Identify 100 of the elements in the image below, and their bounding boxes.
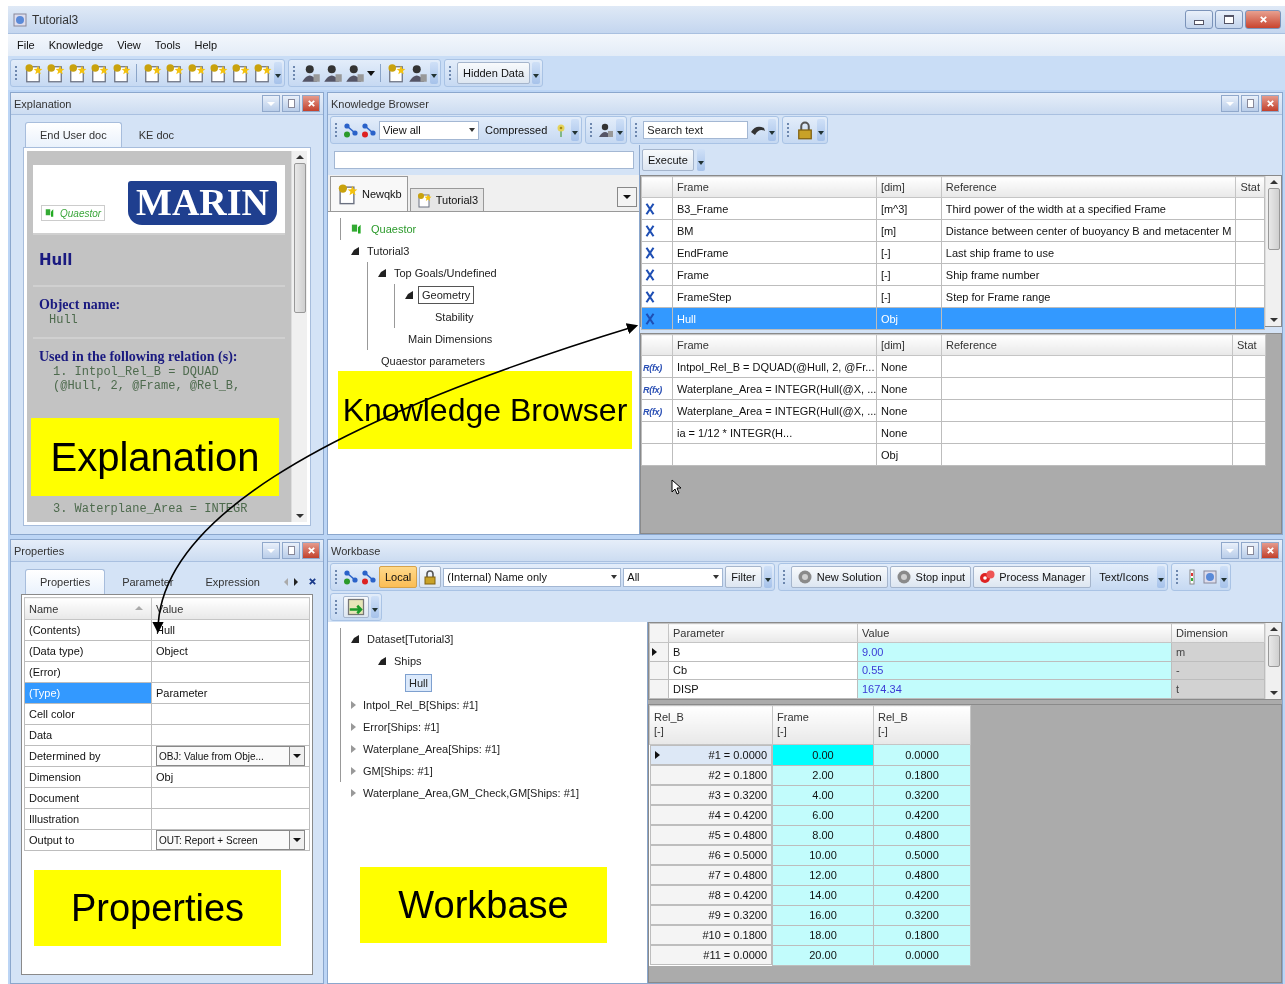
row-header[interactable]: #4 = 0.4200: [649, 805, 772, 825]
dropdown-button[interactable]: [617, 187, 637, 207]
close-button[interactable]: [1245, 10, 1281, 29]
table-row[interactable]: EndFrame [-] Last ship frame to use: [641, 241, 1265, 264]
pin-button[interactable]: [1241, 542, 1259, 559]
menu-item[interactable]: View: [110, 37, 148, 53]
row-header[interactable]: #5 = 0.4800: [649, 825, 772, 845]
column-header[interactable]: Stat: [1235, 176, 1265, 198]
table-row[interactable]: BM [m] Distance between center of buoyancy B and metacenter M: [641, 219, 1265, 242]
table-cell[interactable]: 0.00: [772, 744, 874, 765]
network-icon[interactable]: [361, 122, 377, 138]
tree-item[interactable]: Dataset[Tutorial3]: [364, 631, 457, 647]
pin-button[interactable]: [282, 95, 300, 112]
scroll-down-icon[interactable]: [1269, 691, 1278, 695]
column-header[interactable]: Name: [24, 597, 152, 620]
document-icon[interactable]: [252, 63, 272, 83]
table-cell[interactable]: 10.00: [772, 845, 874, 865]
person-icon[interactable]: [301, 63, 321, 83]
column-header[interactable]: Frame: [672, 334, 877, 356]
overflow-chevron-icon[interactable]: [571, 119, 580, 141]
tree-item[interactable]: Quaestor: [368, 221, 420, 237]
text-icons-button[interactable]: Text/Icons: [1093, 566, 1155, 588]
row-header[interactable]: #6 = 0.5000: [649, 845, 772, 865]
tree-item[interactable]: Stability: [432, 309, 477, 325]
close-button[interactable]: [302, 95, 320, 112]
table-cell[interactable]: 16.00: [772, 905, 874, 925]
close-button[interactable]: [302, 542, 320, 559]
row-header[interactable]: #8 = 0.4200: [649, 885, 772, 905]
close-button[interactable]: [1261, 542, 1279, 559]
expression-field[interactable]: [334, 151, 634, 169]
column-header[interactable]: [dim]: [876, 176, 942, 198]
lock-button[interactable]: [419, 566, 442, 588]
expander-icon[interactable]: [378, 657, 386, 665]
pin-button[interactable]: [282, 542, 300, 559]
minimize-button[interactable]: [1185, 10, 1213, 29]
scope-dropdown[interactable]: All: [623, 567, 724, 587]
document-icon[interactable]: [164, 63, 184, 83]
tree-item[interactable]: GM[Ships: #1]: [360, 763, 436, 779]
table-row[interactable]: Frame [-] Ship frame number: [641, 263, 1265, 286]
overflow-chevron-icon[interactable]: [768, 119, 777, 141]
document-icon[interactable]: [208, 63, 228, 83]
property-name[interactable]: (Contents): [24, 619, 152, 641]
tree-item[interactable]: Intpol_Rel_B[Ships: #1]: [360, 697, 481, 713]
tree-item[interactable]: Main Dimensions: [405, 331, 496, 347]
property-name[interactable]: (Data type): [24, 640, 152, 662]
column-header[interactable]: Reference: [941, 176, 1236, 198]
scrollbar[interactable]: [1265, 176, 1281, 326]
column-header[interactable]: Rel_B [-]: [649, 705, 773, 745]
property-name[interactable]: Illustration: [24, 808, 152, 830]
document-icon[interactable]: [23, 63, 43, 83]
view-dropdown[interactable]: View all: [379, 120, 479, 140]
run-button[interactable]: [343, 596, 369, 618]
tab[interactable]: Newqkb: [330, 176, 408, 211]
overflow-chevron-icon[interactable]: [430, 62, 438, 84]
property-name[interactable]: Cell color: [24, 703, 152, 725]
overflow-chevron-icon[interactable]: [763, 566, 772, 588]
new-solution-button[interactable]: New Solution: [790, 566, 888, 588]
overflow-chevron-icon[interactable]: [532, 62, 541, 84]
column-header[interactable]: Frame: [672, 176, 877, 198]
compressed-button[interactable]: Compressed: [481, 124, 552, 136]
row-header[interactable]: #11 = 0.0000: [649, 945, 772, 965]
scroll-thumb[interactable]: [1267, 188, 1280, 250]
person-icon[interactable]: [598, 122, 615, 138]
close-icon[interactable]: [308, 577, 317, 586]
overflow-chevron-icon[interactable]: [274, 62, 282, 84]
process-manager-button[interactable]: Process Manager: [973, 566, 1092, 588]
table-cell[interactable]: 20.00: [772, 945, 874, 965]
property-name[interactable]: Document: [24, 787, 152, 809]
person-icon[interactable]: [408, 63, 428, 83]
table-row[interactable]: B3_Frame [m^3] Third power of the width at a specified Frame: [641, 197, 1265, 220]
row-header[interactable]: #7 = 0.4800: [649, 865, 772, 885]
column-header[interactable]: Value: [857, 623, 1172, 643]
row-header[interactable]: #10 = 0.1800: [649, 925, 772, 945]
column-header[interactable]: Reference: [941, 334, 1233, 356]
tree-item[interactable]: Waterplane_Area,GM_Check,GM[Ships: #1]: [360, 785, 583, 801]
tree-item[interactable]: Hull: [405, 674, 432, 692]
overflow-chevron-icon[interactable]: [696, 149, 705, 171]
column-header[interactable]: Frame [-]: [772, 705, 874, 745]
table-cell[interactable]: 12.00: [772, 865, 874, 885]
close-button[interactable]: [1261, 95, 1279, 112]
property-name[interactable]: Output to: [24, 829, 152, 851]
tree-item[interactable]: Tutorial3: [364, 243, 413, 259]
column-header[interactable]: Rel_B [-]: [873, 705, 971, 745]
document-icon[interactable]: [111, 63, 131, 83]
pin-button[interactable]: [1241, 95, 1259, 112]
property-name[interactable]: (Error): [24, 661, 152, 683]
scroll-down-icon[interactable]: [1269, 318, 1278, 322]
table-cell[interactable]: 18.00: [772, 925, 874, 945]
tab[interactable]: End User doc: [25, 122, 122, 147]
overflow-chevron-icon[interactable]: [371, 596, 379, 618]
overflow-chevron-icon[interactable]: [616, 119, 625, 141]
restore-button[interactable]: [1215, 10, 1243, 29]
table-cell[interactable]: 14.00: [772, 885, 874, 905]
column-header[interactable]: Parameter: [668, 623, 858, 643]
scrollbar[interactable]: [291, 151, 307, 522]
scroll-thumb[interactable]: [1267, 635, 1280, 668]
column-header[interactable]: [dim]: [876, 334, 942, 356]
document-icon[interactable]: [230, 63, 250, 83]
scroll-up-icon[interactable]: [1269, 180, 1278, 184]
network-icon[interactable]: [343, 569, 359, 585]
